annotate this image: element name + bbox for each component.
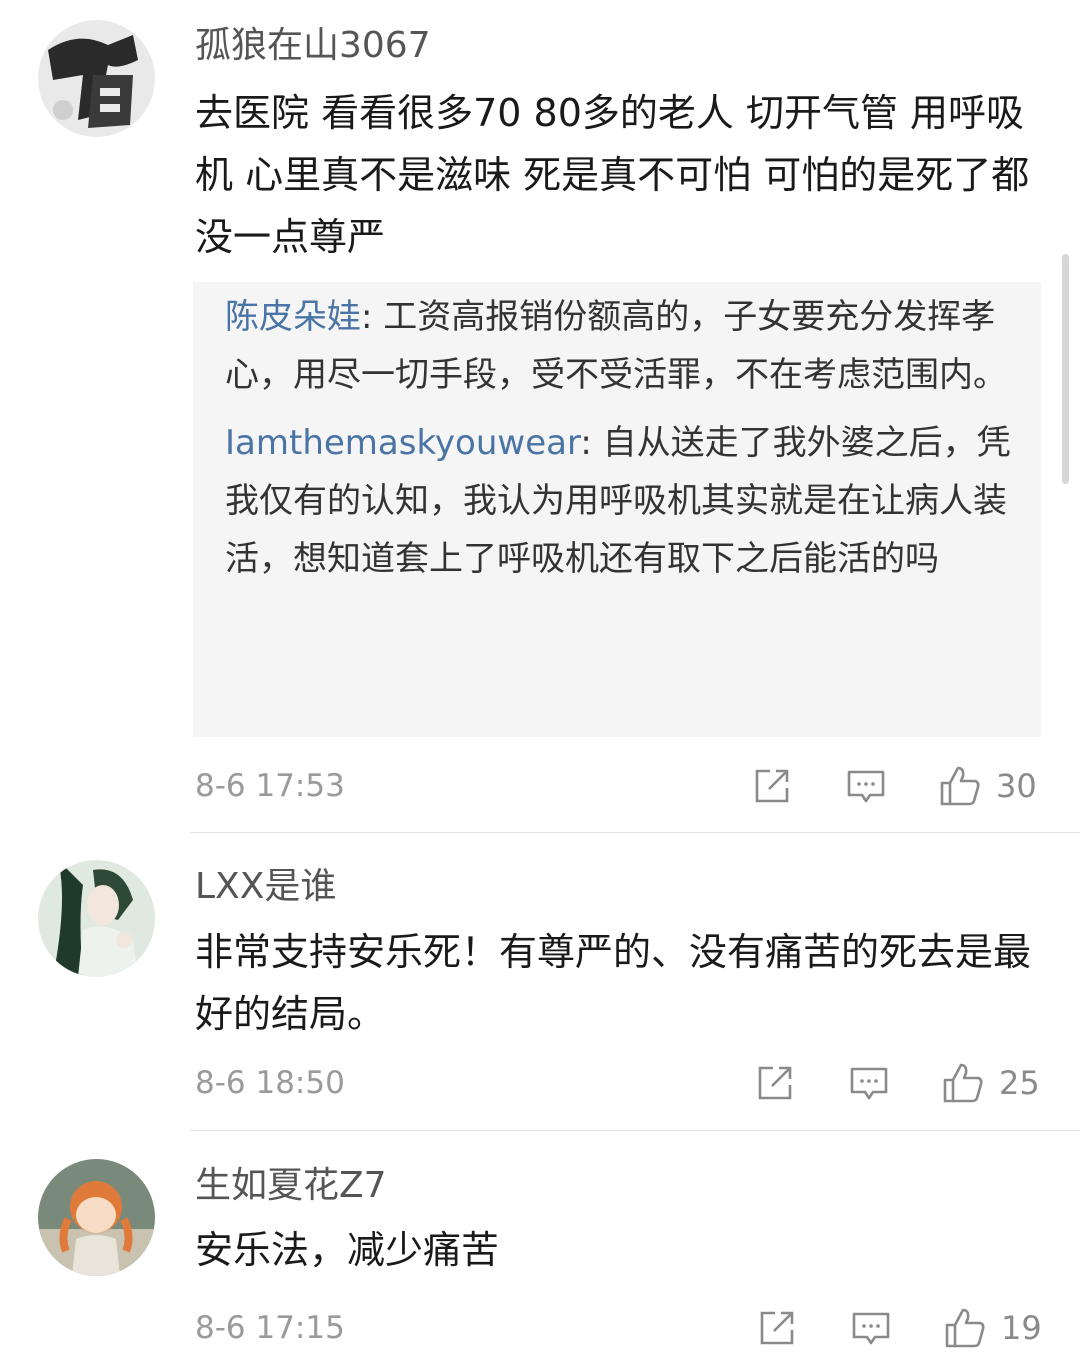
- scrollbar[interactable]: [1062, 254, 1069, 484]
- share-button[interactable]: [755, 1063, 795, 1103]
- avatar[interactable]: [38, 860, 155, 977]
- timestamp: 8-6 18:50: [195, 1065, 345, 1101]
- anime-girl-avatar-icon: [38, 860, 155, 977]
- comment-text: 安乐法，减少痛苦: [195, 1228, 500, 1272]
- username[interactable]: 孤狼在山3067: [195, 24, 431, 68]
- comment-text: 去医院 看看很多70 80多的老人 切开气管 用呼吸机 心里真不是滋味 死是真不…: [195, 91, 1030, 259]
- like-count: 30: [996, 767, 1037, 805]
- calligraphy-avatar-icon: [38, 20, 155, 137]
- like-icon: [943, 1063, 983, 1103]
- comment-icon: [847, 770, 885, 803]
- like-button[interactable]: 25: [941, 1061, 1040, 1105]
- comment-button[interactable]: [849, 1065, 889, 1103]
- comment-button[interactable]: [851, 1310, 891, 1348]
- timestamp: 8-6 17:15: [195, 1310, 345, 1346]
- like-icon: [940, 766, 980, 806]
- share-button[interactable]: [757, 1308, 797, 1348]
- share-icon: [755, 769, 789, 803]
- reply-username[interactable]: Iamthemaskyouwear: [225, 423, 580, 463]
- reply-item[interactable]: Iamthemaskyouwear: 自从送走了我外婆之后，凭我仅有的认知，我认…: [225, 414, 1011, 588]
- avatar[interactable]: [38, 20, 155, 137]
- share-icon: [760, 1311, 794, 1345]
- comment-text: 非常支持安乐死！有尊严的、没有痛苦的死去是最好的结局。: [195, 930, 1032, 1036]
- reply-separator: :: [361, 297, 384, 337]
- reply-item[interactable]: 陈皮朵娃: 工资高报销份额高的，子女要充分发挥孝心，用尽一切手段，受不受活罪，不…: [225, 288, 1011, 404]
- comment-icon: [852, 1312, 890, 1345]
- comment-icon: [850, 1067, 888, 1100]
- like-button[interactable]: 19: [943, 1306, 1042, 1350]
- share-icon: [758, 1066, 792, 1100]
- comment-button[interactable]: [846, 768, 886, 806]
- reply-separator: :: [580, 423, 603, 463]
- like-count: 25: [999, 1064, 1040, 1102]
- avatar[interactable]: [38, 1159, 155, 1276]
- username[interactable]: LXX是谁: [195, 865, 336, 909]
- like-button[interactable]: 30: [938, 764, 1037, 808]
- comment-item: 生如夏花Z7 安乐法，减少痛苦 8-6 17:15 19: [0, 1131, 1080, 1369]
- reply-list[interactable]: 陈皮朵娃: 工资高报销份额高的，子女要充分发挥孝心，用尽一切手段，受不受活罪，不…: [193, 282, 1041, 737]
- comment-item: LXX是谁 非常支持安乐死！有尊严的、没有痛苦的死去是最好的结局。 8-6 18…: [0, 833, 1080, 1129]
- like-count: 19: [1001, 1309, 1042, 1347]
- like-icon: [945, 1308, 985, 1348]
- share-button[interactable]: [752, 766, 792, 806]
- comment-item: 孤狼在山3067 去医院 看看很多70 80多的老人 切开气管 用呼吸机 心里真…: [0, 0, 1080, 832]
- reply-username[interactable]: 陈皮朵娃: [225, 297, 361, 337]
- username[interactable]: 生如夏花Z7: [195, 1164, 387, 1208]
- timestamp: 8-6 17:53: [195, 768, 345, 804]
- cartoon-girl-avatar-icon: [38, 1159, 155, 1276]
